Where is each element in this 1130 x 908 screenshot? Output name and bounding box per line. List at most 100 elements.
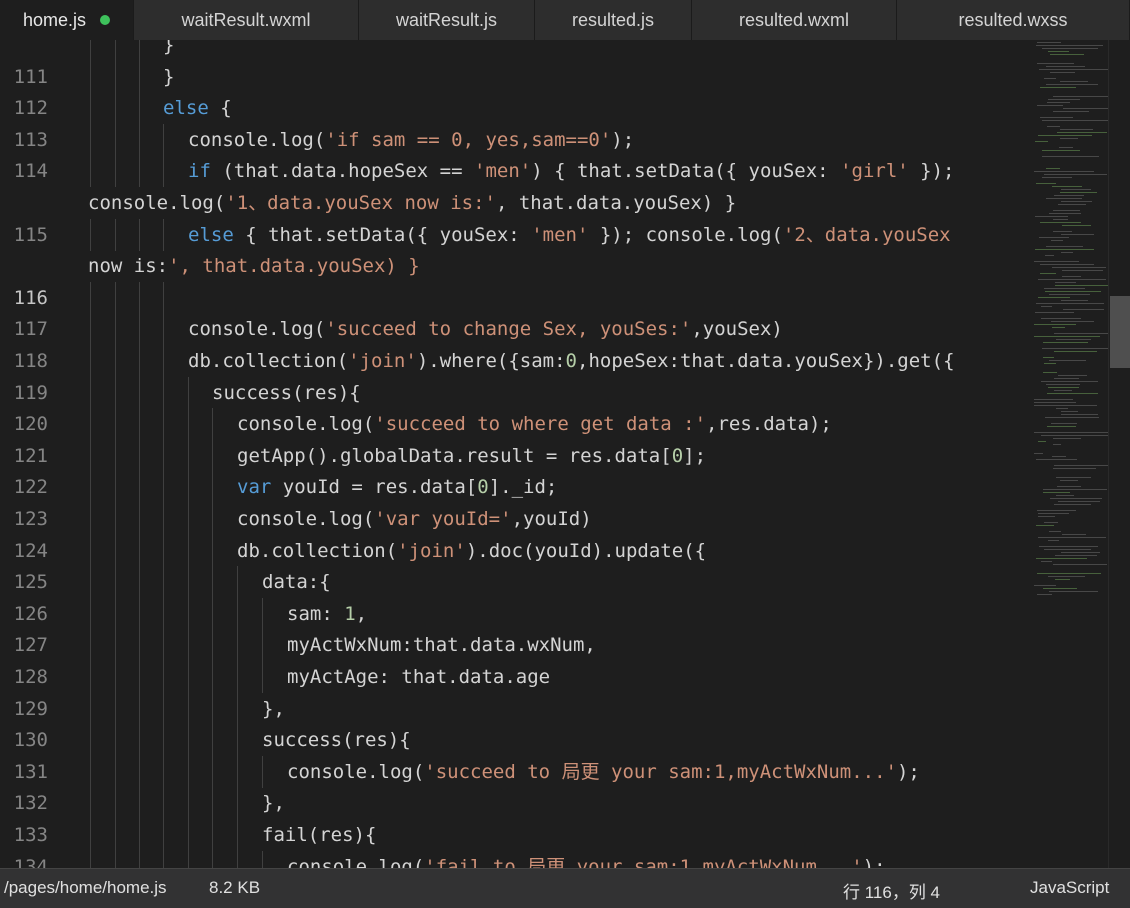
- indent-guide: [115, 155, 116, 188]
- code-line[interactable]: 123 console.log('var youId=',youId): [0, 503, 1030, 535]
- code-line[interactable]: 119 success(res){: [0, 376, 1030, 409]
- minimap-line: [1061, 234, 1094, 235]
- minimap-line: [1053, 468, 1096, 469]
- indent-guide: [237, 724, 238, 757]
- minimap-line: [1045, 417, 1099, 418]
- minimap-line: [1054, 378, 1079, 379]
- code-line[interactable]: 127 myActWxNum:that.data.wxNum,: [0, 629, 1030, 662]
- indent-guide: [115, 376, 116, 409]
- indent-guide: [115, 408, 116, 441]
- minimap-line: [1056, 495, 1074, 496]
- code-editor[interactable]: } 111} 112 else {113 console.log('if sam == …: [0, 40, 1130, 868]
- minimap-line: [1038, 537, 1106, 538]
- code-line[interactable]: 132},: [0, 787, 1030, 820]
- indent-guide: [115, 692, 116, 725]
- file-path[interactable]: /pages/home/home.js: [4, 878, 167, 898]
- minimap-line: [1049, 360, 1086, 361]
- indent-guide: [90, 439, 91, 472]
- code-line[interactable]: console.log('1、data.youSex now is:', tha…: [0, 187, 1030, 219]
- indent-guide: [212, 755, 213, 788]
- tab-waitresult-js[interactable]: waitResult.js: [359, 0, 535, 40]
- indent-guide: [163, 408, 164, 441]
- code-line[interactable]: 113 console.log('if sam == 0, yes,sam==0'…: [0, 123, 1030, 156]
- indent-guide: [115, 40, 116, 61]
- indent-guide: [139, 92, 140, 125]
- indent-guide: [212, 439, 213, 472]
- code-line[interactable]: now is:', that.data.youSex) }: [0, 250, 1030, 282]
- minimap-line: [1055, 555, 1097, 556]
- tab-waitresult-wxml[interactable]: waitResult.wxml: [134, 0, 359, 40]
- code-line[interactable]: 128 myActAge: that.data.age: [0, 661, 1030, 693]
- minimap-line: [1048, 540, 1059, 541]
- cursor-position[interactable]: 行 116，列 4: [843, 878, 940, 903]
- code-text: console.log('if sam == 0, yes,sam==0');: [188, 128, 635, 151]
- code-line[interactable]: 129},: [0, 692, 1030, 725]
- indent-guide: [90, 313, 91, 346]
- code-line[interactable]: 121 getApp().globalData.result = res.data…: [0, 439, 1030, 472]
- minimap-line: [1039, 237, 1069, 238]
- line-number: 118: [13, 350, 48, 372]
- minimap-line: [1036, 303, 1104, 304]
- code-line[interactable]: 116: [0, 281, 1030, 314]
- indent-guide: [139, 850, 140, 868]
- code-line[interactable]: 133 fail(res){: [0, 819, 1030, 851]
- code-line[interactable]: 130 success(res){: [0, 724, 1030, 757]
- minimap[interactable]: [1030, 40, 1111, 868]
- indent-guide: [163, 471, 164, 504]
- minimap-line: [1051, 240, 1063, 241]
- code-line[interactable]: 125 data:{: [0, 566, 1030, 599]
- tab-resulted-js[interactable]: resulted.js: [535, 0, 692, 40]
- indent-guide: [237, 787, 238, 820]
- minimap-line: [1043, 342, 1088, 343]
- minimap-line: [1062, 225, 1091, 226]
- code-line[interactable]: 126 sam: 1,: [0, 597, 1030, 630]
- code-line[interactable]: 111}: [0, 60, 1030, 93]
- tab-resulted-wxss[interactable]: resulted.wxss: [897, 0, 1130, 40]
- indent-guide: [139, 471, 140, 504]
- tab-home-js[interactable]: home.js: [0, 0, 134, 40]
- indent-guide: [163, 534, 164, 567]
- code-line[interactable]: 131 console.log('succeed to 局更 your sam:1…: [0, 755, 1030, 788]
- line-number: 125: [13, 571, 48, 594]
- minimap-line: [1036, 525, 1054, 526]
- indent-guide: [212, 692, 213, 725]
- scrollbar-thumb[interactable]: [1110, 296, 1130, 368]
- code-line[interactable]: 120 console.log('succeed to where get dat…: [0, 408, 1030, 441]
- code-line[interactable]: 124 db.collection('join').doc(youId).upda…: [0, 534, 1030, 567]
- code-line[interactable]: 117 console.log('succeed to change Sex, y…: [0, 313, 1030, 346]
- minimap-line: [1060, 192, 1097, 193]
- indent-guide: [163, 281, 164, 314]
- indent-guide: [163, 313, 164, 346]
- indent-guide: [90, 661, 91, 693]
- indent-guide: [115, 597, 116, 630]
- minimap-line: [1046, 168, 1060, 169]
- indent-guide: [115, 629, 116, 662]
- minimap-line: [1042, 150, 1080, 151]
- minimap-line: [1038, 135, 1092, 136]
- code-line[interactable]: 115 else { that.setData({ youSex: 'men' }…: [0, 218, 1030, 251]
- vertical-scrollbar[interactable]: [1108, 40, 1130, 868]
- code-line[interactable]: 114 if (that.data.hopeSex == 'men') { tha…: [0, 155, 1030, 188]
- minimap-line: [1063, 108, 1109, 109]
- minimap-line: [1058, 204, 1086, 205]
- code-line[interactable]: 122 var youId = res.data[0]._id;: [0, 471, 1030, 504]
- code-line[interactable]: 112 else {: [0, 92, 1030, 125]
- line-number: 129: [13, 697, 48, 720]
- language-mode[interactable]: JavaScript: [1030, 878, 1109, 898]
- minimap-line: [1046, 198, 1082, 199]
- tab-resulted-wxml[interactable]: resulted.wxml: [692, 0, 897, 40]
- indent-guide: [115, 755, 116, 788]
- code-line[interactable]: }: [0, 40, 1030, 61]
- code-line[interactable]: 118 db.collection('join').where({sam:0,ho…: [0, 345, 1030, 377]
- indent-guide: [115, 439, 116, 472]
- minimap-line: [1054, 504, 1091, 505]
- minimap-line: [1061, 411, 1078, 412]
- code-text: else { that.setData({ youSex: 'men' }); …: [188, 223, 951, 246]
- code-line[interactable]: 134 console.log('fail to 局更 your sam:1,my…: [0, 850, 1030, 868]
- minimap-line: [1040, 222, 1081, 223]
- indent-guide: [237, 692, 238, 725]
- line-number: 111: [13, 65, 48, 88]
- minimap-line: [1044, 363, 1056, 364]
- minimap-line: [1054, 390, 1072, 391]
- minimap-line: [1058, 375, 1087, 376]
